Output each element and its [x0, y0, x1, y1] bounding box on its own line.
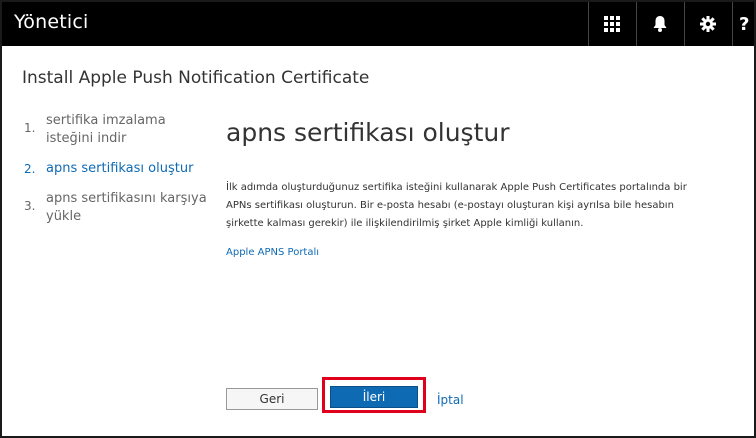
wizard-steps: 1. sertifika imzalama isteğini indir 2. …: [24, 112, 214, 238]
page-title: Install Apple Push Notification Certific…: [22, 68, 370, 88]
apple-apns-portal-link[interactable]: Apple APNS Portalı: [226, 247, 319, 258]
help-icon: ?: [739, 13, 750, 35]
step-3[interactable]: 3. apns sertifikasını karşıya yükle: [24, 190, 214, 226]
step-label: apns sertifikası oluştur: [46, 161, 194, 176]
grid-icon: [604, 16, 620, 32]
next-button[interactable]: İleri: [330, 386, 418, 408]
step-2-active[interactable]: 2. apns sertifikası oluştur: [24, 160, 214, 178]
step-number: 1.: [24, 121, 36, 135]
settings-button[interactable]: [684, 2, 731, 46]
bell-icon: [653, 16, 667, 32]
gear-icon: [700, 16, 716, 32]
step-number: 3.: [24, 199, 36, 213]
app-title: Yönetici: [14, 11, 89, 33]
top-bar: Yönetici ?: [2, 2, 754, 46]
step-heading: apns sertifikası oluştur: [226, 118, 510, 147]
step-1[interactable]: 1. sertifika imzalama isteğini indir: [24, 112, 214, 148]
app-launcher-button[interactable]: [588, 2, 635, 46]
step-label: apns sertifikasını karşıya yükle: [46, 191, 207, 224]
notifications-button[interactable]: [636, 2, 683, 46]
app-window: Yönetici ? Install Apple Push Notificati…: [0, 0, 756, 438]
back-button[interactable]: Geri: [226, 388, 318, 410]
step-description: İlk adımda oluşturduğunuz sertifika iste…: [226, 182, 687, 229]
step-label: sertifika imzalama isteğini indir: [46, 113, 166, 146]
step-number: 2.: [24, 162, 36, 176]
help-button[interactable]: ?: [732, 2, 754, 46]
cancel-link[interactable]: İptal: [437, 393, 464, 407]
